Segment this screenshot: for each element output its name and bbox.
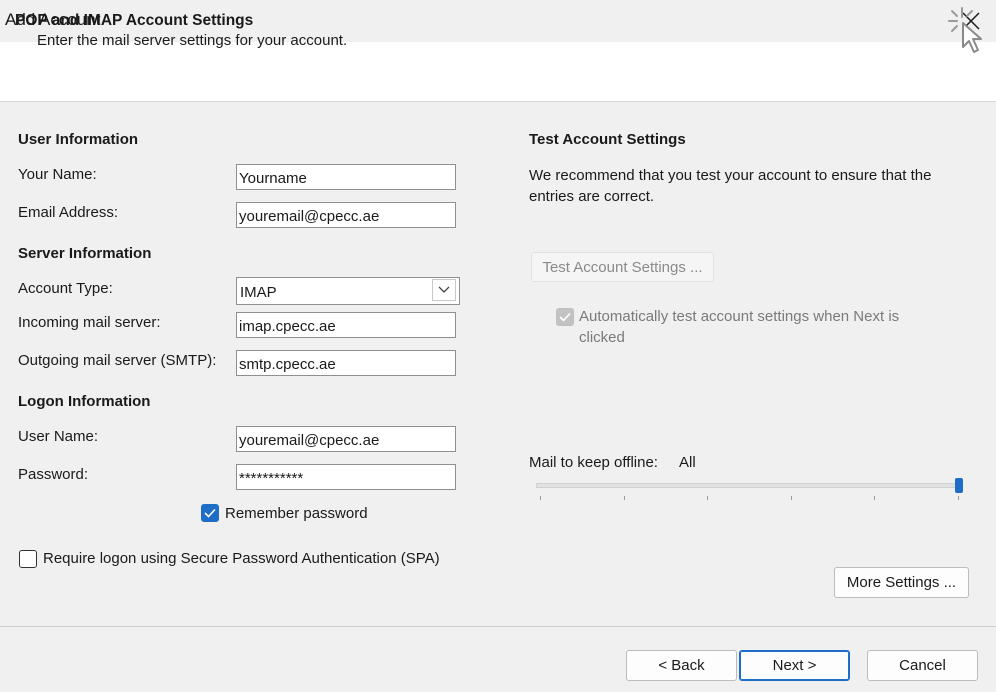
header-panel [0, 42, 996, 102]
mail-offline-slider-track[interactable] [536, 483, 960, 488]
password-label: Password: [18, 466, 89, 483]
account-type-select[interactable]: IMAP [236, 277, 460, 305]
logon-info-heading: Logon Information [18, 393, 151, 410]
chevron-down-icon [438, 286, 450, 293]
outgoing-server-field[interactable]: smtp.cpecc.ae [236, 350, 456, 376]
incoming-server-label: Incoming mail server: [18, 314, 161, 331]
password-field[interactable]: *********** [236, 464, 456, 490]
cancel-button[interactable]: Cancel [867, 650, 978, 681]
slider-tick [540, 496, 541, 500]
slider-tick [707, 496, 708, 500]
more-settings-button[interactable]: More Settings ... [834, 567, 969, 598]
email-address-label: Email Address: [18, 204, 119, 221]
mail-offline-value: All [679, 454, 696, 471]
user-info-heading: User Information [18, 131, 139, 148]
slider-tick [958, 496, 959, 500]
outgoing-server-label: Outgoing mail server (SMTP): [18, 352, 217, 369]
account-type-label: Account Type: [18, 280, 113, 297]
next-button[interactable]: Next > [739, 650, 850, 681]
spa-label[interactable]: Require logon using Secure Password Auth… [43, 550, 440, 567]
server-info-heading: Server Information [18, 245, 152, 262]
auto-test-checkbox[interactable] [556, 308, 574, 326]
remember-password-checkbox[interactable] [201, 504, 219, 522]
test-settings-description: We recommend that you test your account … [529, 167, 932, 205]
slider-tick [791, 496, 792, 500]
mail-offline-slider-thumb[interactable] [955, 478, 963, 493]
slider-tick [874, 496, 875, 500]
checkmark-icon [204, 508, 216, 518]
incoming-server-field[interactable]: imap.cpecc.ae [236, 312, 456, 338]
cursor-click-icon [948, 7, 982, 53]
page-title: POP and IMAP Account Settings [15, 12, 254, 29]
test-account-settings-button[interactable]: Test Account Settings ... [531, 252, 714, 282]
your-name-label: Your Name: [18, 166, 97, 183]
account-type-dropdown-button[interactable] [432, 279, 456, 301]
test-settings-heading: Test Account Settings [529, 131, 686, 148]
back-button[interactable]: < Back [626, 650, 737, 681]
your-name-field[interactable]: Yourname [236, 164, 456, 190]
footer-divider [0, 626, 996, 627]
spa-checkbox[interactable] [19, 550, 37, 568]
auto-test-label[interactable]: Automatically test account settings when… [579, 306, 939, 348]
user-name-field[interactable]: youremail@cpecc.ae [236, 426, 456, 452]
remember-password-label[interactable]: Remember password [225, 505, 368, 522]
checkmark-icon [559, 312, 571, 322]
slider-tick [624, 496, 625, 500]
page-subtitle: Enter the mail server settings for your … [37, 32, 348, 49]
mail-offline-label: Mail to keep offline: [529, 454, 658, 471]
user-name-label: User Name: [18, 428, 99, 445]
email-address-field[interactable]: youremail@cpecc.ae [236, 202, 456, 228]
